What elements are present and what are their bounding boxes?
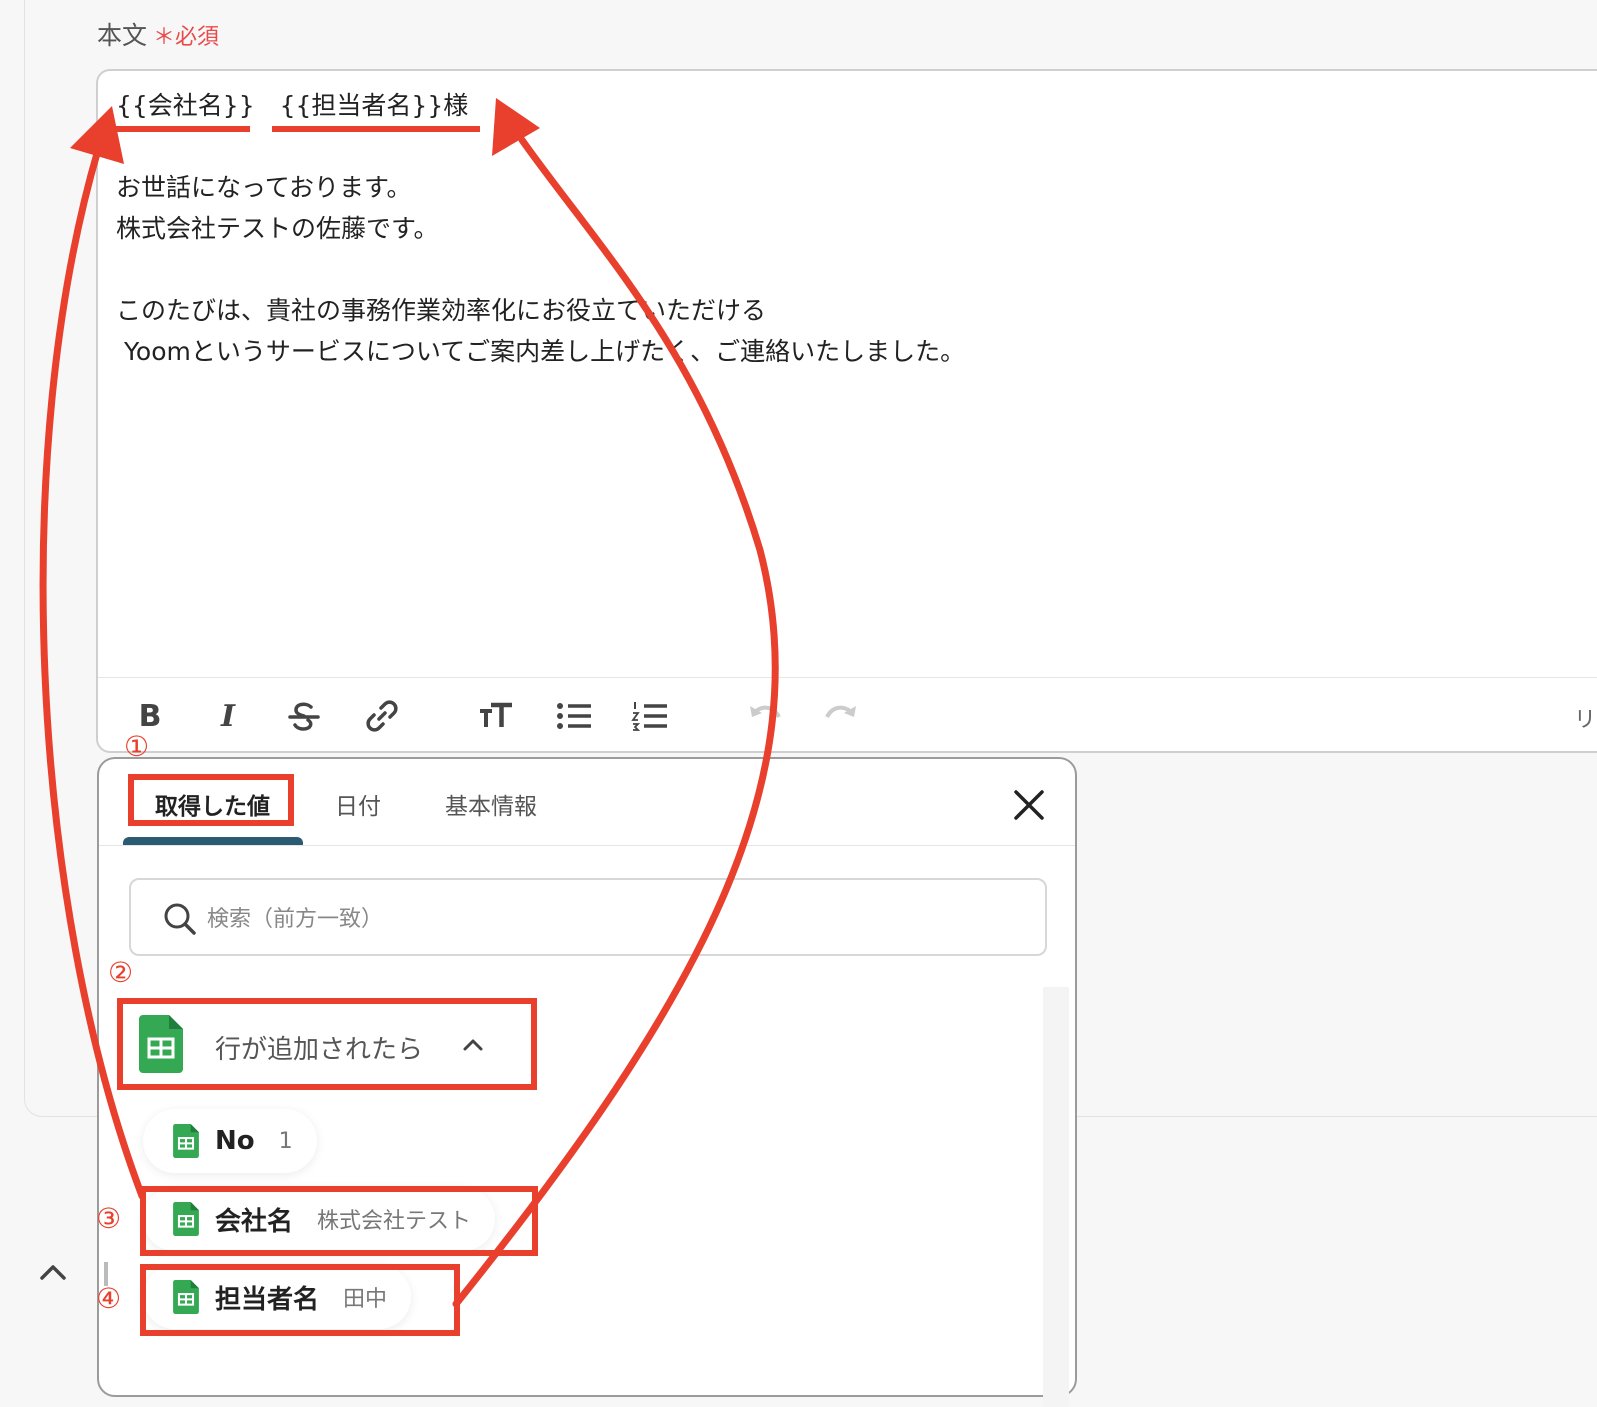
annotation-box-company xyxy=(140,1186,538,1256)
search-input[interactable] xyxy=(205,898,909,940)
editor-line: このたびは、貴社の事務作業効率化にお役立ていただける xyxy=(116,296,767,325)
undo-icon xyxy=(750,705,781,719)
italic-button[interactable]: I xyxy=(208,696,248,736)
bullet-list-icon xyxy=(557,703,591,729)
numbered-list-icon xyxy=(631,702,667,731)
annotation-underline-company xyxy=(112,126,250,132)
chip-name: No xyxy=(215,1126,255,1156)
scrollbar[interactable] xyxy=(1043,987,1069,1407)
text-size-icon xyxy=(480,702,512,727)
annotation-box-contact xyxy=(140,1264,460,1336)
search-box[interactable] xyxy=(129,878,1047,956)
google-sheets-icon xyxy=(173,1124,199,1158)
close-button[interactable] xyxy=(1011,787,1047,823)
editor-line: {{会社名}} {{担当者名}}様 xyxy=(116,91,469,120)
chip-value: 1 xyxy=(278,1128,293,1154)
strikethrough-icon xyxy=(288,702,320,731)
annotation-step-3: ③ xyxy=(96,1202,122,1235)
search-icon xyxy=(164,903,196,935)
active-tab-indicator xyxy=(123,837,303,845)
annotation-step-4: ④ xyxy=(96,1282,122,1315)
editor-line: 株式会社テストの佐藤です。 xyxy=(116,214,439,243)
link-icon xyxy=(366,700,398,732)
editor-toolbar: B I リッ xyxy=(98,677,1597,754)
annotation-step-1: ① xyxy=(124,730,150,763)
annotation-box-group xyxy=(117,998,537,1090)
tab-basic-info[interactable]: 基本情報 xyxy=(445,787,537,821)
tab-date[interactable]: 日付 xyxy=(335,787,381,821)
annotation-underline-contact xyxy=(272,126,480,132)
body-label-text: 本文 xyxy=(97,21,148,50)
link-button[interactable] xyxy=(362,696,402,736)
annotation-step-2: ② xyxy=(108,956,134,989)
undo-button[interactable] xyxy=(744,696,784,736)
redo-button[interactable] xyxy=(822,696,862,736)
required-indicator: ＊必須 xyxy=(153,25,220,50)
editor-line: Yoomというサービスについてご案内差し上げたく、ご連絡いたしました。 xyxy=(116,337,966,366)
body-editor[interactable]: {{会社名}} {{担当者名}}様 お世話になっております。 株式会社テストの佐… xyxy=(96,69,1597,753)
redo-icon xyxy=(825,705,856,719)
chevron-up-icon[interactable] xyxy=(38,1258,68,1288)
editor-line: お世話になっております。 xyxy=(116,173,412,202)
value-chip-no[interactable]: No 1 xyxy=(143,1109,317,1173)
italic-icon: I xyxy=(220,698,236,734)
annotation-box-tab xyxy=(128,774,294,826)
bold-icon: B xyxy=(138,698,162,734)
body-field-label: 本文 ＊必須 xyxy=(97,16,219,52)
close-icon xyxy=(1014,790,1044,820)
text-size-button[interactable] xyxy=(476,696,516,736)
toolbar-right-text: リッ xyxy=(1574,708,1597,733)
strikethrough-button[interactable] xyxy=(284,696,324,736)
bullet-list-button[interactable] xyxy=(554,696,594,736)
numbered-list-button[interactable] xyxy=(630,696,670,736)
